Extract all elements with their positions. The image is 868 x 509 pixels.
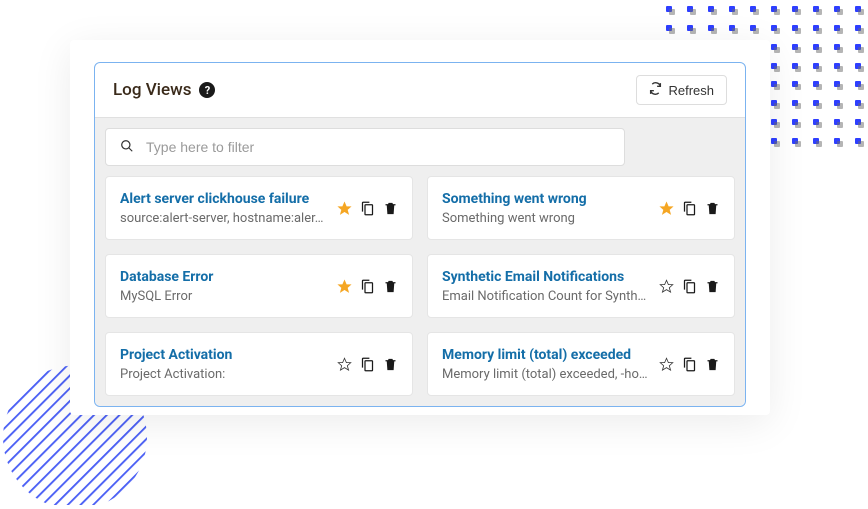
copy-icon[interactable]	[360, 201, 375, 216]
card-description: MySQL Error	[120, 289, 329, 304]
card-actions	[337, 201, 398, 216]
card-title[interactable]: Alert server clickhouse failure	[120, 191, 329, 207]
card-actions	[659, 201, 720, 216]
help-icon[interactable]: ?	[199, 82, 215, 98]
star-filled-icon[interactable]	[659, 201, 674, 216]
panel-body: Alert server clickhouse failure source:al…	[95, 117, 745, 406]
card-actions	[337, 279, 398, 294]
card-description: Something went wrong	[442, 211, 651, 226]
star-filled-icon[interactable]	[337, 279, 352, 294]
card-actions	[337, 357, 398, 372]
log-view-card[interactable]: Alert server clickhouse failure source:al…	[105, 176, 413, 240]
page-title: Log Views	[113, 80, 191, 100]
card-title[interactable]: Database Error	[120, 269, 329, 285]
copy-icon[interactable]	[682, 357, 697, 372]
card-actions	[659, 279, 720, 294]
copy-icon[interactable]	[360, 357, 375, 372]
star-empty-icon[interactable]	[659, 357, 674, 372]
copy-icon[interactable]	[682, 201, 697, 216]
log-view-card[interactable]: Project Activation Project Activation:	[105, 332, 413, 396]
card-actions	[659, 357, 720, 372]
trash-icon[interactable]	[705, 279, 720, 294]
log-views-panel: Log Views ? Refresh Alert server clickho…	[94, 62, 746, 407]
panel-header: Log Views ? Refresh	[95, 63, 745, 117]
filter-input[interactable]	[146, 139, 610, 155]
log-view-card[interactable]: Something went wrong Something went wrong	[427, 176, 735, 240]
card-title[interactable]: Something went wrong	[442, 191, 651, 207]
log-view-card[interactable]: Memory limit (total) exceeded Memory limi…	[427, 332, 735, 396]
star-empty-icon[interactable]	[337, 357, 352, 372]
log-view-card[interactable]: Database Error MySQL Error	[105, 254, 413, 318]
card-description: Project Activation:	[120, 367, 329, 382]
card-description: Memory limit (total) exceeded, -ho…	[442, 367, 651, 382]
card-title[interactable]: Memory limit (total) exceeded	[442, 347, 651, 363]
card-description: Email Notification Count for Synth…	[442, 289, 651, 304]
search-icon	[120, 138, 146, 157]
trash-icon[interactable]	[383, 357, 398, 372]
card-title[interactable]: Project Activation	[120, 347, 329, 363]
cards-grid: Alert server clickhouse failure source:al…	[105, 176, 735, 396]
trash-icon[interactable]	[705, 201, 720, 216]
trash-icon[interactable]	[705, 357, 720, 372]
refresh-icon	[649, 82, 662, 98]
trash-icon[interactable]	[383, 201, 398, 216]
card-description: source:alert-server, hostname:aler…	[120, 211, 329, 226]
refresh-label: Refresh	[668, 83, 714, 98]
star-empty-icon[interactable]	[659, 279, 674, 294]
refresh-button[interactable]: Refresh	[636, 75, 727, 105]
trash-icon[interactable]	[383, 279, 398, 294]
card-title[interactable]: Synthetic Email Notifications	[442, 269, 651, 285]
copy-icon[interactable]	[360, 279, 375, 294]
log-view-card[interactable]: Synthetic Email Notifications Email Notif…	[427, 254, 735, 318]
filter-box[interactable]	[105, 128, 625, 166]
copy-icon[interactable]	[682, 279, 697, 294]
main-window: Log Views ? Refresh Alert server clickho…	[70, 40, 770, 415]
star-filled-icon[interactable]	[337, 201, 352, 216]
